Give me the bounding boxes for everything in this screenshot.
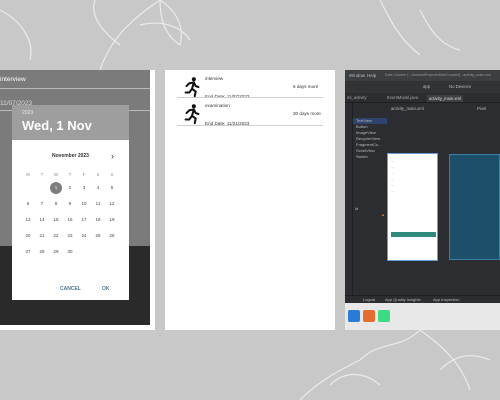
calendar-day[interactable]: 11 [92,198,104,210]
bottom-tool-bar: Logcat App Quality Insights App Inspecti… [345,295,500,303]
component-palette: TextView Button ImageView RecyclerView F… [353,118,387,174]
weekday-label: S [110,172,114,177]
tool-window-strip [345,103,353,295]
pixel-device-dropdown[interactable]: Pixel [477,106,486,111]
weekday-label: S [96,172,100,177]
calendar-day[interactable]: 5 [106,182,118,194]
selected-date: Wed, 1 Nov [22,118,92,133]
window-title: Date Counter [...\AndroidProjects\DateCo… [385,73,491,77]
item-title: interview [205,76,224,81]
os-taskbar [345,303,500,330]
calendar-day[interactable]: 19 [106,214,118,226]
date-picker-dialog: 2023 Wed, 1 Nov November 2023 › MTWTFSS1… [12,105,129,300]
preview-text: — [391,178,394,181]
weekday-label: F [82,172,86,177]
android-studio-icon[interactable] [378,310,390,322]
running-person-icon [184,77,200,98]
tab-event-model[interactable]: EventModel.java [387,95,418,100]
date-picker-header: 2023 Wed, 1 Nov [12,105,129,140]
calendar-day[interactable]: 18 [92,214,104,226]
divider [177,125,323,126]
countdown-list-screenshot: interview 6 days more End Date: 11/07/20… [165,70,335,330]
attribute-id-label: id [355,206,359,211]
design-toolbar: activity_main.xml Pixel [387,104,500,113]
calendar-day[interactable]: 25 [92,230,104,242]
run-config-dropdown[interactable]: app [423,84,430,89]
calendar-day[interactable]: 30 [64,246,76,258]
editor-tabs: ml_activity EventModel.java activity_mai… [345,93,500,103]
running-person-icon [184,104,200,125]
preview-button[interactable] [391,232,436,237]
menu-window[interactable]: Window [349,73,365,78]
calendar-day[interactable]: 21 [36,230,48,242]
weekday-label: T [68,172,72,177]
device-dropdown[interactable]: No Devices [449,84,471,89]
tab-activity-main[interactable]: activity_main.xml [427,95,463,102]
calendar-day[interactable]: 10 [78,198,90,210]
weekday-label: M [26,172,30,177]
preview-text: — [391,190,394,193]
weekday-label: W [54,172,58,177]
warning-icon[interactable]: ▲ [381,212,385,217]
item-remaining: 6 days more [293,84,319,89]
calendar-day[interactable]: 13 [22,214,34,226]
calendar-day[interactable]: 15 [50,214,62,226]
calendar-day[interactable]: 9 [64,198,76,210]
calendar-day[interactable]: 23 [64,230,76,242]
year-label[interactable]: 2023 [22,110,33,116]
app-quality-insights-button[interactable]: App Quality Insights [385,297,421,302]
app-icon[interactable] [363,310,375,322]
calendar-day-selected[interactable]: 1 [50,182,62,194]
item-title: examination [205,103,230,108]
month-label: November 2023 [52,153,89,159]
calendar-day[interactable]: 24 [78,230,90,242]
cancel-button[interactable]: CANCEL [60,286,81,292]
calendar-day[interactable]: 29 [50,246,62,258]
blueprint-preview[interactable] [449,154,500,260]
calendar-day[interactable]: 12 [106,198,118,210]
vscode-icon[interactable] [348,310,360,322]
preview-text: — [391,166,394,169]
menu-help[interactable]: Help [367,73,376,78]
preview-text: — [391,160,394,163]
datepicker-screenshot: interview 11/07/2023 2023 Wed, 1 Nov Nov… [0,70,155,330]
calendar-day[interactable]: 22 [50,230,62,242]
menu-bar: Window Help Date Counter [...\AndroidPro… [345,70,500,81]
calendar-day[interactable]: 16 [64,214,76,226]
calendar-day[interactable]: 4 [92,182,104,194]
calendar-day[interactable]: 6 [22,198,34,210]
app-inspection-button[interactable]: App Inspection [433,297,459,302]
calendar-day[interactable]: 26 [106,230,118,242]
logcat-button[interactable]: Logcat [363,297,375,302]
ok-button[interactable]: OK [102,286,110,292]
ide-screenshot: Window Help Date Counter [...\AndroidPro… [345,70,500,330]
preview-text: — [391,172,394,175]
field-underline [0,88,150,89]
calendar-day[interactable]: 17 [78,214,90,226]
palette-item[interactable]: Switch [353,154,387,160]
calendar-day[interactable]: 28 [36,246,48,258]
tab-ml-activity[interactable]: ml_activity [347,95,367,100]
design-preview[interactable]: — — — — — — [387,153,438,261]
calendar-day[interactable]: 27 [22,246,34,258]
calendar-day[interactable]: 7 [36,198,48,210]
chevron-right-icon[interactable]: › [111,151,114,161]
calendar-day[interactable]: 3 [78,182,90,194]
calendar-day[interactable]: 20 [22,230,34,242]
weekday-label: T [40,172,44,177]
preview-text: — [391,184,394,187]
attributes-panel: id ▲ [353,200,387,295]
design-file-dropdown[interactable]: activity_main.xml [391,106,424,111]
toolbar: app No Devices [345,81,500,93]
divider [177,97,323,98]
calendar-day[interactable]: 2 [64,182,76,194]
calendar-day[interactable]: 8 [50,198,62,210]
item-remaining: 30 days more [293,111,321,116]
calendar-day[interactable]: 14 [36,214,48,226]
month-header: November 2023 › [12,151,129,162]
